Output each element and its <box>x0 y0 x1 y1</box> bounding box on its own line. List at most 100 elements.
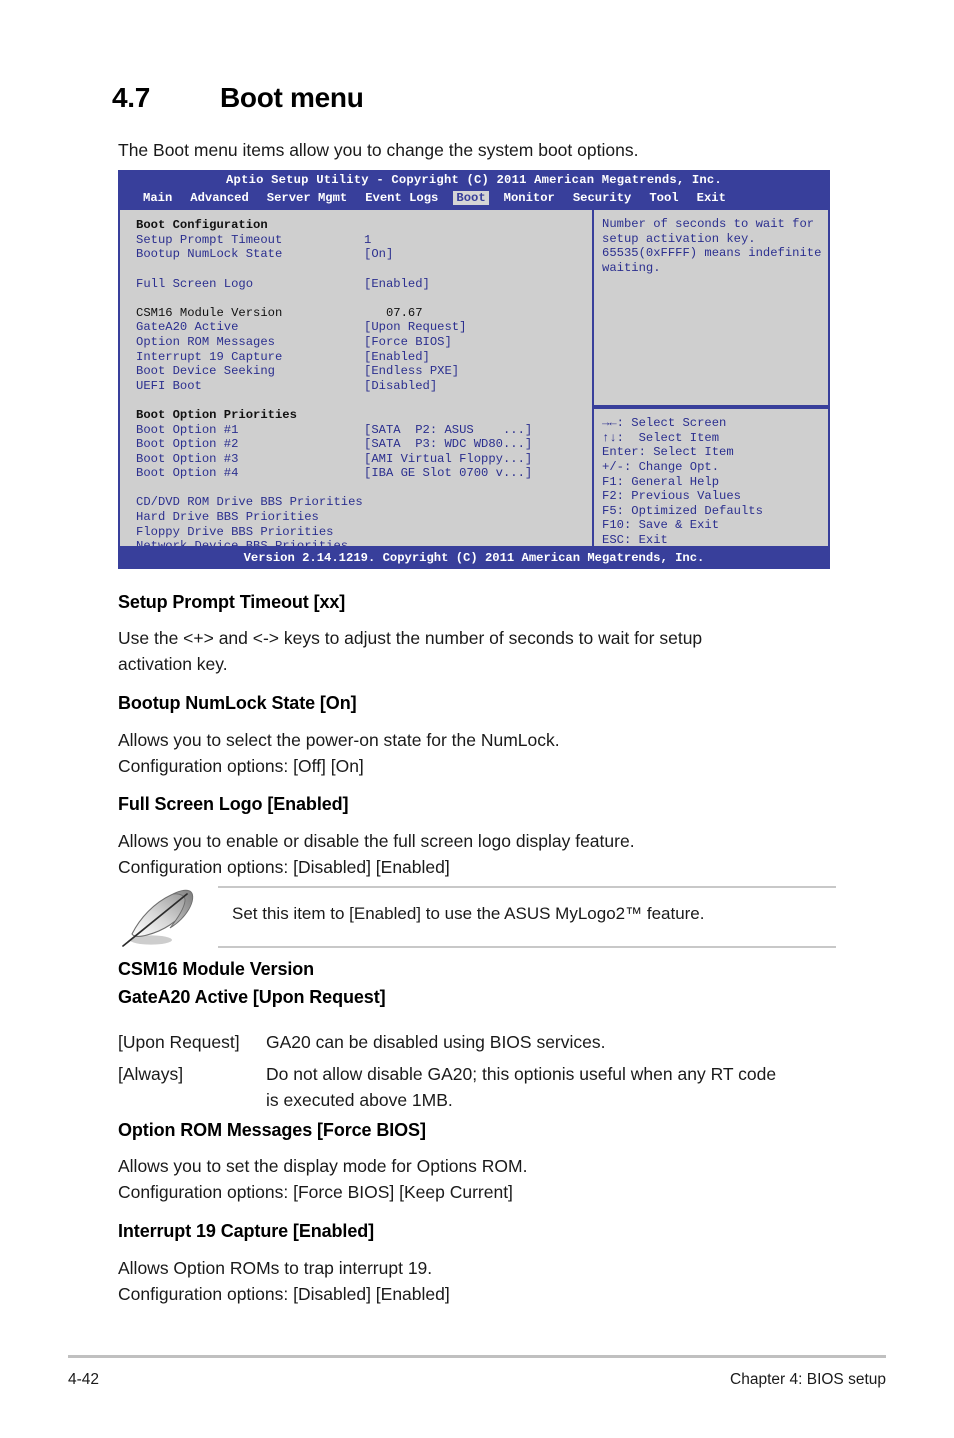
bios-item-gatea20-active[interactable]: GateA20 Active [Upon Request] <box>136 320 592 335</box>
feather-icon <box>122 889 194 947</box>
bios-item-boot-device-seeking[interactable]: Boot Device Seeking [Endless PXE] <box>136 364 592 379</box>
text-line: Allows you to select the power-on state … <box>118 730 560 750</box>
bios-menu-tab-exit[interactable]: Exit <box>694 191 729 206</box>
bios-link-floppy-drive-bbs-priorities[interactable]: Floppy Drive BBS Priorities <box>136 525 592 540</box>
bios-key-hint: ESC: Exit <box>602 532 668 547</box>
bios-spacer <box>136 393 592 408</box>
definition-always: [Always] Do not allow disable GA20; this … <box>118 1061 776 1087</box>
bios-help-line: Number of seconds to wait for <box>602 217 815 232</box>
bios-item-label: Interrupt 19 Capture <box>136 349 283 364</box>
bios-menu-tab-server-mgmt[interactable]: Server Mgmt <box>264 191 350 206</box>
bios-spacer <box>136 291 592 306</box>
bios-item-value: 1 <box>364 232 372 247</box>
bios-item-value: [On] <box>364 247 394 262</box>
heading-gatea20-active: GateA20 Active [Upon Request] <box>118 987 386 1007</box>
bios-key-hint: F5: Optimized Defaults <box>602 503 763 518</box>
text-line: Configuration options: [Force BIOS] [Kee… <box>118 1182 513 1202</box>
bios-menu-tab-boot[interactable]: Boot <box>453 190 489 206</box>
bios-menu-tab-monitor[interactable]: Monitor <box>501 191 558 206</box>
bios-version-footer: Version 2.14.1219. Copyright (C) 2011 Am… <box>118 548 830 569</box>
bios-item-label: Boot Option #2 <box>136 437 239 452</box>
bios-side-panel: Number of seconds to wait for setup activ… <box>592 208 830 549</box>
bios-item-label: Bootup NumLock State <box>136 247 283 262</box>
bios-menu-tab-tool[interactable]: Tool <box>646 191 681 206</box>
document-page: 4.7 Boot menu The Boot menu items allow y… <box>0 0 954 1438</box>
note-text: Set this item to [Enabled] to use the AS… <box>232 904 705 923</box>
body-setup-prompt-timeout: Use the <+> and <-> keys to adjust the n… <box>118 625 702 677</box>
footer-rule <box>68 1355 886 1358</box>
footer-chapter: Chapter 4: BIOS setup <box>730 1371 886 1388</box>
bios-item-label: GateA20 Active <box>136 320 239 335</box>
bios-menu-bar: Main Advanced Server Mgmt Event Logs Boot Mon… <box>118 189 830 209</box>
definition-term: [Upon Request] <box>118 1032 240 1052</box>
definition-term: [Always] <box>118 1064 184 1084</box>
heading-csm16-module-version: CSM16 Module Version <box>118 959 315 979</box>
bios-item-bootup-numlock-state[interactable]: Bootup NumLock State [On] <box>136 247 592 262</box>
bios-item-label: Boot Option #4 <box>136 466 239 481</box>
bios-help-line: setup activation key. <box>602 231 756 246</box>
bios-boot-option-1[interactable]: Boot Option #1 [SATA P2: ASUS ...] <box>136 423 592 438</box>
note-callout: Set this item to [Enabled] to use the AS… <box>118 886 836 948</box>
bios-spacer <box>136 262 592 277</box>
text-line: Configuration options: [Disabled] [Enabl… <box>118 1284 450 1304</box>
text-line: Allows you to set the display mode for O… <box>118 1156 528 1176</box>
definition-desc: Do not allow disable GA20; this optionis… <box>266 1064 777 1084</box>
text-line: activation key. <box>118 654 228 674</box>
bios-item-label: Full Screen Logo <box>136 276 254 291</box>
body-option-rom-messages: Allows you to set the display mode for O… <box>118 1153 527 1205</box>
bios-main-panel: Boot Configuration Setup Prompt Timeout 1 B… <box>118 208 592 549</box>
bios-title-bar: Aptio Setup Utility - Copyright (C) 2011… <box>118 170 830 190</box>
definition-upon-request: [Upon Request] GA20 can be disabled using… <box>118 1029 606 1055</box>
heading-setup-prompt-timeout: Setup Prompt Timeout [xx] <box>118 592 346 612</box>
bios-boot-option-3[interactable]: Boot Option #3 [AMI Virtual Floppy...] <box>136 452 592 467</box>
bios-menu-tab-advanced[interactable]: Advanced <box>187 191 252 206</box>
page-title: 4.7 Boot menu <box>112 82 364 114</box>
section-title: Boot menu <box>220 82 364 113</box>
body-bootup-numlock: Allows you to select the power-on state … <box>118 727 560 779</box>
bios-item-value: [Upon Request] <box>364 320 467 335</box>
bios-item-value: [Enabled] <box>364 349 430 364</box>
bios-boot-option-4[interactable]: Boot Option #4 [IBA GE Slot 0700 v...] <box>136 466 592 481</box>
bios-key-hint: Enter: Select Item <box>602 445 734 460</box>
bios-menu-tab-main[interactable]: Main <box>140 191 175 206</box>
bios-key-hint: F2: Previous Values <box>602 489 741 504</box>
bios-item-interrupt-19-capture[interactable]: Interrupt 19 Capture [Enabled] <box>136 350 592 365</box>
bios-key-hint: F10: Save & Exit <box>602 518 720 533</box>
bios-group-header-boot-configuration: Boot Configuration <box>136 218 268 233</box>
footer-page-number: 4-42 <box>68 1371 100 1388</box>
section-intro: The Boot menu items allow you to change … <box>118 140 639 160</box>
bios-item-label: Boot Option #3 <box>136 451 239 466</box>
bios-boot-option-2[interactable]: Boot Option #2 [SATA P3: WDC WD80...] <box>136 437 592 452</box>
bios-spacer <box>136 481 592 496</box>
bios-item-label: CSM16 Module Version <box>136 305 283 320</box>
bios-item-full-screen-logo[interactable]: Full Screen Logo [Enabled] <box>136 277 592 292</box>
heading-full-screen-logo: Full Screen Logo [Enabled] <box>118 794 349 814</box>
heading-option-rom-messages: Option ROM Messages [Force BIOS] <box>118 1120 426 1140</box>
text-line: Use the <+> and <-> keys to adjust the n… <box>118 628 703 648</box>
bios-item-setup-prompt-timeout[interactable]: Setup Prompt Timeout 1 <box>136 233 592 248</box>
bios-item-value: [AMI Virtual Floppy...] <box>364 451 533 466</box>
bios-body: Boot Configuration Setup Prompt Timeout 1 B… <box>118 208 830 549</box>
body-full-screen-logo: Allows you to enable or disable the full… <box>118 828 635 880</box>
bios-item-uefi-boot[interactable]: UEFI Boot [Disabled] <box>136 379 592 394</box>
text-line: Configuration options: [Off] [On] <box>118 756 364 776</box>
text-line: Configuration options: [Disabled] [Enabl… <box>118 857 450 877</box>
bios-item-value: [Endless PXE] <box>364 364 460 379</box>
bios-item-value: [Disabled] <box>364 378 438 393</box>
bios-link-hard-drive-bbs-priorities[interactable]: Hard Drive BBS Priorities <box>136 510 592 525</box>
bios-menu-tab-security[interactable]: Security <box>570 191 635 206</box>
bios-key-hint: +/-: Change Opt. <box>602 459 720 474</box>
bios-help-line: waiting. <box>602 260 661 275</box>
text-line: Allows Option ROMs to trap interrupt 19. <box>118 1258 433 1278</box>
bios-item-label: Boot Option #1 <box>136 422 239 437</box>
bios-item-label: UEFI Boot <box>136 378 202 393</box>
bios-item-option-rom-messages[interactable]: Option ROM Messages [Force BIOS] <box>136 335 592 350</box>
bios-item-csm16-module-version: CSM16 Module Version 07.67 <box>136 306 592 321</box>
body-interrupt-19-capture: Allows Option ROMs to trap interrupt 19.… <box>118 1255 450 1307</box>
note-top-rule <box>218 886 836 888</box>
bios-key-hint: ↑↓: Select Item <box>602 430 720 445</box>
bios-link-network-device-bbs-priorities[interactable]: Network Device BBS Priorities <box>136 539 592 546</box>
bios-item-value: [Enabled] <box>364 276 430 291</box>
bios-link-cd-dvd-rom-drive-bbs-priorities[interactable]: CD/DVD ROM Drive BBS Priorities <box>136 495 592 510</box>
bios-menu-tab-event-logs[interactable]: Event Logs <box>362 191 441 206</box>
